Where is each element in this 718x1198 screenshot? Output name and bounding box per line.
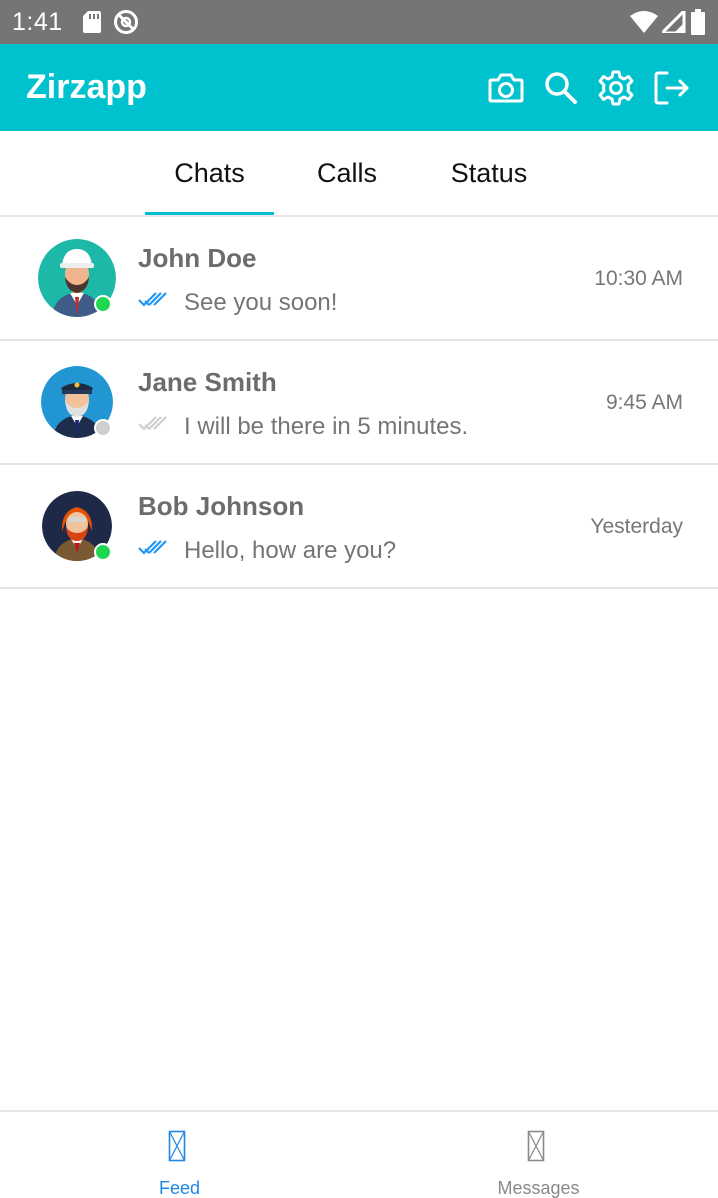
status-indicators bbox=[630, 9, 706, 35]
chat-name: John Doe bbox=[138, 243, 257, 273]
double-check-icon bbox=[138, 416, 167, 431]
online-status-dot bbox=[94, 543, 112, 561]
status-time: 1:41 bbox=[12, 7, 63, 36]
chat-last-message: I will be there in 5 minutes. bbox=[184, 413, 469, 440]
chat-time: Yesterday bbox=[590, 515, 683, 538]
nav-label-messages: Messages bbox=[497, 1178, 580, 1198]
chat-name: Bob Johnson bbox=[138, 491, 305, 521]
app-title: Zirzapp bbox=[26, 68, 147, 106]
chat-row-john-doe[interactable]: John Doe See you soon! 10:30 AM bbox=[0, 217, 718, 341]
wifi-icon bbox=[630, 11, 658, 33]
search-icon[interactable] bbox=[544, 71, 578, 105]
double-check-icon bbox=[138, 540, 167, 555]
messages-icon bbox=[527, 1130, 545, 1162]
bottom-navigation: Feed Messages bbox=[0, 1110, 718, 1198]
offline-status-dot bbox=[94, 419, 112, 437]
chat-time: 10:30 AM bbox=[594, 267, 683, 290]
chat-row-bob-johnson[interactable]: Bob Johnson Hello, how are you? Yesterda… bbox=[0, 465, 718, 589]
chat-tabs: Chats Calls Status bbox=[0, 131, 718, 217]
chat-last-message: Hello, how are you? bbox=[184, 537, 397, 564]
chat-name: Jane Smith bbox=[138, 367, 277, 397]
nav-item-feed[interactable]: Feed bbox=[0, 1112, 359, 1198]
app-actions bbox=[488, 70, 692, 106]
tab-calls[interactable]: Calls bbox=[300, 131, 394, 215]
camera-icon[interactable] bbox=[488, 72, 524, 104]
double-check-icon bbox=[138, 292, 167, 307]
tab-chats[interactable]: Chats bbox=[145, 131, 274, 215]
signal-icon bbox=[662, 11, 686, 33]
tab-status[interactable]: Status bbox=[430, 131, 548, 215]
feed-icon bbox=[168, 1130, 186, 1162]
battery-icon bbox=[691, 9, 705, 35]
chat-last-message: See you soon! bbox=[184, 289, 338, 316]
app-bar: Zirzapp bbox=[0, 44, 718, 131]
gear-icon[interactable] bbox=[598, 70, 634, 106]
online-status-dot bbox=[94, 295, 112, 313]
active-tab-indicator bbox=[145, 212, 274, 215]
nav-item-messages[interactable]: Messages bbox=[359, 1112, 718, 1198]
chat-row-jane-smith[interactable]: Jane Smith I will be there in 5 minutes.… bbox=[0, 341, 718, 465]
logout-icon[interactable] bbox=[654, 71, 690, 105]
app-screen: 1:41 Zirzapp Chats Calls Status John Doe… bbox=[0, 0, 718, 1198]
do-not-disturb-icon bbox=[113, 10, 138, 34]
chat-time: 9:45 AM bbox=[605, 391, 683, 414]
sd-card-icon bbox=[82, 11, 101, 33]
nav-label-feed: Feed bbox=[158, 1178, 201, 1198]
status-bar: 1:41 bbox=[0, 0, 718, 44]
